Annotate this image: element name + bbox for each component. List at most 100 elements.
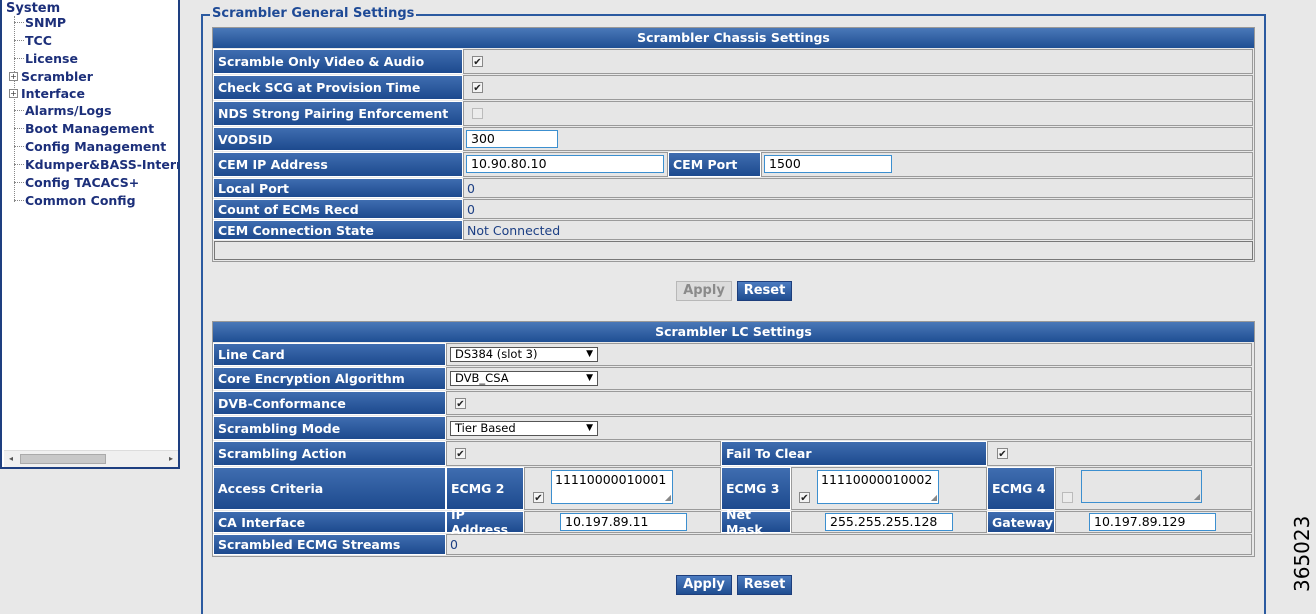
- scramble-only-checkbox[interactable]: ✔: [472, 56, 483, 68]
- vodsid-cell: [463, 127, 1253, 151]
- check-scg-checkbox[interactable]: ✔: [472, 82, 483, 94]
- ecmg3-label: ECMG 3: [721, 467, 791, 510]
- dvb-conformance-checkbox[interactable]: ✔: [455, 397, 466, 410]
- chassis-panel-title: Scrambler Chassis Settings: [213, 28, 1254, 48]
- tree-item-scrambler[interactable]: + Scrambler: [9, 68, 93, 84]
- tree-connector: [14, 163, 24, 165]
- tree-item-kdumper[interactable]: Kdumper&BASS-Interru: [14, 156, 178, 172]
- tree-connector: [14, 21, 24, 23]
- tree-connector: [14, 199, 24, 201]
- vodsid-input[interactable]: 300: [466, 130, 558, 148]
- tree-item-boot-management[interactable]: Boot Management: [14, 120, 154, 136]
- tree-item-tcc[interactable]: TCC: [14, 32, 52, 48]
- tree-item-label[interactable]: Boot Management: [25, 121, 154, 136]
- scrollbar-thumb[interactable]: [20, 454, 106, 464]
- ecmg-streams-label: Scrambled ECMG Streams: [213, 534, 446, 555]
- tree-connector: [14, 109, 24, 111]
- lc-reset-button[interactable]: Reset: [737, 575, 792, 595]
- chevron-down-icon[interactable]: ▼: [586, 348, 593, 361]
- resize-grip-icon[interactable]: ◢: [931, 494, 937, 502]
- tree-item-config-management[interactable]: Config Management: [14, 138, 166, 154]
- chevron-down-icon[interactable]: ▼: [586, 422, 593, 435]
- ecmg3-checkbox[interactable]: ✔: [799, 492, 810, 504]
- ecmg2-label: ECMG 2: [446, 467, 524, 510]
- nds-pairing-cell: [463, 101, 1253, 126]
- tree-connector: [14, 181, 24, 183]
- line-card-selected: DS384 (slot 3): [455, 347, 538, 361]
- cem-port-label: CEM Port: [668, 152, 761, 177]
- expand-icon[interactable]: +: [9, 88, 18, 98]
- ecmg-streams-value: 0: [446, 534, 1252, 555]
- ecmg4-textarea[interactable]: ◢: [1081, 470, 1202, 503]
- tree-item-common-config[interactable]: Common Config: [14, 192, 136, 208]
- chassis-apply-button[interactable]: Apply: [676, 281, 732, 301]
- ecmg2-value: 11110000010001: [555, 472, 667, 487]
- local-port-value: 0: [463, 178, 1253, 198]
- fail-to-clear-label: Fail To Clear: [721, 441, 987, 466]
- figure-id: 365023: [1290, 515, 1314, 592]
- resize-grip-icon[interactable]: ◢: [665, 494, 671, 502]
- scrambling-mode-label: Scrambling Mode: [213, 416, 446, 440]
- gateway-input[interactable]: 10.197.89.129: [1089, 513, 1216, 531]
- fail-to-clear-checkbox[interactable]: ✔: [997, 448, 1008, 460]
- nds-pairing-label: NDS Strong Pairing Enforcement: [213, 101, 463, 126]
- resize-grip-icon[interactable]: ◢: [1194, 493, 1200, 501]
- ecmg3-value: 11110000010002: [821, 472, 933, 487]
- tree-item-interface[interactable]: + Interface: [9, 85, 85, 101]
- cem-ip-label: CEM IP Address: [213, 152, 463, 177]
- chevron-down-icon[interactable]: ▼: [586, 372, 593, 385]
- tree-item-label[interactable]: Common Config: [25, 193, 136, 208]
- chassis-footer-row: [214, 241, 1253, 260]
- ca-interface-label: CA Interface: [213, 511, 446, 533]
- algorithm-selected: DVB_CSA: [455, 371, 509, 385]
- net-mask-input[interactable]: 255.255.255.128: [825, 513, 953, 531]
- dvb-conformance-label: DVB-Conformance: [213, 391, 446, 415]
- cem-port-input[interactable]: 1500: [764, 155, 892, 173]
- cem-state-label: CEM Connection State: [213, 220, 463, 240]
- tree-connector: [14, 57, 24, 59]
- chassis-settings-panel: Scrambler Chassis Settings Scramble Only…: [212, 27, 1255, 262]
- ecmg4-checkbox[interactable]: [1062, 492, 1073, 503]
- net-mask-label: Net Mask: [721, 507, 791, 537]
- scrambling-action-checkbox[interactable]: ✔: [455, 448, 466, 460]
- tree-item-alarms-logs[interactable]: Alarms/Logs: [14, 102, 112, 118]
- access-criteria-label: Access Criteria: [213, 467, 446, 510]
- navigation-tree: System SNMP TCC License + Scrambler + In…: [0, 0, 180, 469]
- nds-pairing-checkbox[interactable]: [472, 108, 483, 119]
- tree-item-label[interactable]: TCC: [25, 33, 52, 48]
- scrambling-mode-selected: Tier Based: [455, 421, 516, 435]
- line-card-select[interactable]: DS384 (slot 3) ▼: [450, 347, 598, 362]
- tree-item-label[interactable]: SNMP: [25, 15, 66, 30]
- horizontal-scrollbar[interactable]: ◂ ▸: [4, 450, 178, 467]
- tree-item-label[interactable]: Config TACACS+: [25, 175, 139, 190]
- cem-ip-input[interactable]: 10.90.80.10: [466, 155, 664, 173]
- algorithm-select[interactable]: DVB_CSA ▼: [450, 371, 598, 386]
- scroll-right-icon[interactable]: ▸: [164, 451, 178, 467]
- ecmg3-textarea[interactable]: 11110000010002 ◢: [817, 470, 939, 504]
- tree-item-license[interactable]: License: [14, 50, 78, 66]
- expand-icon[interactable]: +: [9, 71, 18, 81]
- tree-item-label[interactable]: Config Management: [25, 139, 166, 154]
- line-card-label: Line Card: [213, 343, 446, 366]
- ecmg2-checkbox[interactable]: ✔: [533, 492, 544, 504]
- lc-apply-button[interactable]: Apply: [676, 575, 732, 595]
- tree-item-config-tacacs[interactable]: Config TACACS+: [14, 174, 139, 190]
- ecmg2-textarea[interactable]: 11110000010001 ◢: [551, 470, 673, 504]
- scroll-left-icon[interactable]: ◂: [4, 451, 18, 467]
- chassis-reset-button[interactable]: Reset: [737, 281, 792, 301]
- ip-address-label: IP Address: [446, 507, 524, 537]
- cem-state-value: Not Connected: [463, 220, 1253, 240]
- lc-panel-title: Scrambler LC Settings: [213, 322, 1254, 342]
- tree-item-label[interactable]: Interface: [21, 86, 85, 101]
- tree-item-label[interactable]: Alarms/Logs: [25, 103, 112, 118]
- dvb-conformance-cell: ✔: [446, 391, 1252, 415]
- check-scg-cell: ✔: [463, 75, 1253, 100]
- lc-settings-panel: Scrambler LC Settings Line Card DS384 (s…: [212, 321, 1255, 557]
- ip-address-input[interactable]: 10.197.89.11: [560, 513, 687, 531]
- tree-item-snmp[interactable]: SNMP: [14, 14, 66, 30]
- tree-item-label[interactable]: Scrambler: [21, 68, 93, 84]
- tree-item-label[interactable]: Kdumper&BASS-Interru: [25, 157, 178, 172]
- tree-item-label[interactable]: License: [25, 51, 78, 66]
- local-port-label: Local Port: [213, 178, 463, 198]
- scrambling-mode-select[interactable]: Tier Based ▼: [450, 421, 598, 436]
